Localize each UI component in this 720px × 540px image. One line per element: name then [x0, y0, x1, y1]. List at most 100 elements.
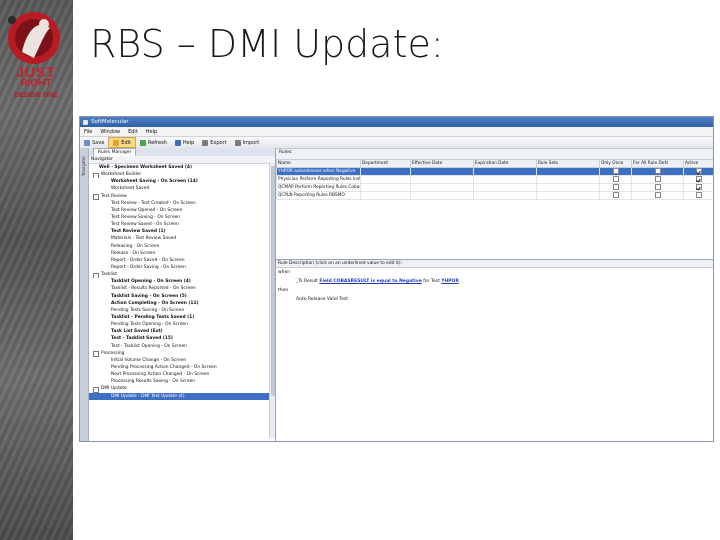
tree-item[interactable]: Processing Results Saving - On Screen [89, 378, 275, 385]
tree-item[interactable]: - Processing [89, 350, 275, 357]
tree-item-label: Pending Tests Opening - On Screen [111, 322, 188, 328]
active-checkbox[interactable] [695, 184, 702, 191]
tree-item-label: Test Review - Test Created - On Screen [111, 200, 196, 206]
tree-item-label: Materials - Test Review Saved [111, 236, 177, 242]
tree-item[interactable]: Action Completing - On Screen (11) [89, 300, 275, 307]
tree-item-label: Processing Results Saving - On Screen [111, 379, 196, 385]
tree-item[interactable]: - Tasklist [89, 271, 275, 279]
tree-item[interactable]: - Worksheet Builder [89, 171, 275, 179]
tree-item[interactable]: Worksheet Saving - On Screen (14) [89, 178, 275, 185]
then-action[interactable]: Auto Release Valid Test [296, 295, 348, 304]
only-once-checkbox[interactable] [612, 176, 619, 183]
column-header[interactable]: Only Once [599, 159, 632, 168]
navigator-tree: Well - Specimen Worksheet Saved (4) - Work… [89, 164, 275, 434]
active-checkbox[interactable] [695, 176, 702, 183]
tree-item[interactable]: - Test Review [89, 193, 275, 200]
tree-item[interactable]: Test - Tasklist Opening - On Screen [89, 343, 275, 350]
tree-item[interactable]: Report - Order Saved - On Screen [89, 257, 275, 264]
tree-item[interactable]: Pending Processing Action Changed - On S… [89, 364, 275, 371]
rule-name-cell: QCMAP Perform Reporting Rules Cobas & Py… [276, 183, 361, 192]
for-all-rule-defs-checkbox[interactable] [654, 176, 661, 183]
tab-rules-manager[interactable]: Rules Manager [93, 148, 137, 156]
only-once-checkbox[interactable] [612, 192, 619, 199]
tree-item[interactable]: Test Review - Test Created - On Screen [89, 200, 275, 207]
tree-item[interactable]: Tasklist - Pending Tests Saved (1) [89, 314, 275, 321]
tree-item[interactable]: Pending Tests Saving - On Screen [89, 307, 275, 314]
tree-item-label: DMI Update [101, 386, 127, 392]
empty-cell [536, 191, 600, 200]
tree-item[interactable]: Releasing - On Screen [89, 243, 275, 250]
condition-link[interactable]: Field COBASRESULT is equal to Negative [319, 279, 421, 284]
tree-item[interactable]: Test - Tasklist Saved (15) [89, 335, 275, 342]
rules-label: Rules: [279, 150, 293, 155]
tree-item[interactable]: Tasklist - Results Reported - On Screen [89, 285, 275, 292]
toolbar-export-button[interactable]: Export [198, 138, 230, 147]
toolbar-refresh-button[interactable]: Refresh [136, 138, 171, 147]
tree-item[interactable]: Test Review Saved (1) [89, 228, 275, 235]
import-icon [234, 139, 241, 146]
save-icon [84, 139, 90, 146]
tree-item-label: Report - Order Saving - On Screen [111, 264, 186, 270]
when-condition-row: _Ts Result Field COBASRESULT is equal to… [276, 277, 713, 286]
column-header[interactable]: Effective Date [410, 159, 474, 168]
tree-item[interactable]: Initial Volume Change - On Screen [89, 357, 275, 364]
column-header[interactable]: For All Rule Defs [631, 159, 684, 168]
tree-item[interactable]: Test Review Opened - On Screen [89, 207, 275, 214]
for-all-rule-defs-checkbox[interactable] [654, 168, 661, 175]
tree-item[interactable]: Materials - Test Review Saved [89, 235, 275, 242]
tree-item[interactable]: DMI Update - DMI Test Update (4) [89, 392, 275, 400]
tree-item[interactable]: Worksheet Saved [89, 185, 275, 192]
active-checkbox[interactable] [695, 192, 702, 199]
test-link[interactable]: YHPOR [441, 279, 459, 284]
tree-item-label: Tasklist - Pending Tests Saved (1) [111, 314, 195, 320]
rule-name-cell: QCPLN Reporting Rules RBSMO [276, 191, 361, 200]
menu-window[interactable]: Window [96, 129, 124, 135]
table-row[interactable]: QCMAP Perform Reporting Rules Cobas & Py… [276, 183, 713, 192]
column-header[interactable]: Name [276, 159, 361, 168]
only-once-checkbox[interactable] [612, 184, 619, 191]
window-title: SoftMolecular [91, 119, 129, 125]
tree-item[interactable]: Test Review Saving - On Screen [89, 214, 275, 221]
table-row[interactable]: YHPOR autoreleases when Negative [276, 167, 713, 176]
empty-cell [473, 175, 537, 184]
tree-item-label: Processing [101, 350, 125, 356]
left-rail[interactable]: Navigator [80, 148, 89, 441]
menu-help[interactable]: Help [142, 129, 161, 135]
tree-item-label: Well - Specimen Worksheet Saved (4) [99, 165, 192, 170]
rule-name-cell: Physician Perform Reporting Rules Instru… [276, 175, 361, 184]
navigator-scrollbar[interactable] [269, 163, 275, 438]
for-all-rule-defs-checkbox[interactable] [654, 184, 661, 191]
active-checkbox[interactable] [695, 168, 702, 175]
tree-item[interactable]: Next Processing Action Changed - On Scre… [89, 371, 275, 378]
empty-cell [410, 191, 474, 200]
toolbar-help-button[interactable]: Help [171, 138, 198, 147]
tree-item[interactable]: - DMI Update [89, 385, 275, 393]
tree-item[interactable]: Report - Order Saving - On Screen [89, 264, 275, 271]
then-action-row: Auto Release Valid Test [276, 295, 713, 304]
tree-item[interactable]: Well - Specimen Worksheet Saved (4) [89, 164, 275, 171]
tree-item[interactable]: Pending Tests Opening - On Screen [89, 321, 275, 328]
tree-item[interactable]: Tasklist Opening - On Screen (4) [89, 278, 275, 285]
menu-file[interactable]: File [80, 129, 96, 135]
column-header[interactable]: Active [683, 159, 713, 168]
scrollbar-thumb[interactable] [270, 166, 275, 396]
empty-cell [473, 183, 537, 192]
toolbar-import-button[interactable]: Import [231, 138, 264, 147]
tree-item[interactable]: Test Review Saved - On Screen [89, 221, 275, 228]
menu-edit[interactable]: Edit [124, 129, 142, 135]
column-header[interactable]: Rule Sets [536, 159, 600, 168]
column-header[interactable]: Expiration Date [473, 159, 537, 168]
then-label: then [278, 288, 289, 293]
when-row: when [276, 268, 713, 277]
toolbar-edit-button[interactable]: Edit [108, 137, 136, 148]
tree-item[interactable]: Task List Saved (Ext) [89, 328, 275, 335]
tree-item[interactable]: Tasklist Saving - On Screen (5) [89, 293, 275, 300]
column-header[interactable]: Department [360, 159, 411, 168]
toolbar-save-button[interactable]: Save [80, 138, 108, 147]
only-once-checkbox[interactable] [612, 168, 619, 175]
table-row[interactable]: Physician Perform Reporting Rules Instru… [276, 175, 713, 184]
table-row[interactable]: QCPLN Reporting Rules RBSMO [276, 191, 713, 200]
for-all-rule-defs-checkbox[interactable] [654, 192, 661, 199]
tree-item[interactable]: Release - On Screen [89, 250, 275, 257]
empty-cell [360, 191, 411, 200]
